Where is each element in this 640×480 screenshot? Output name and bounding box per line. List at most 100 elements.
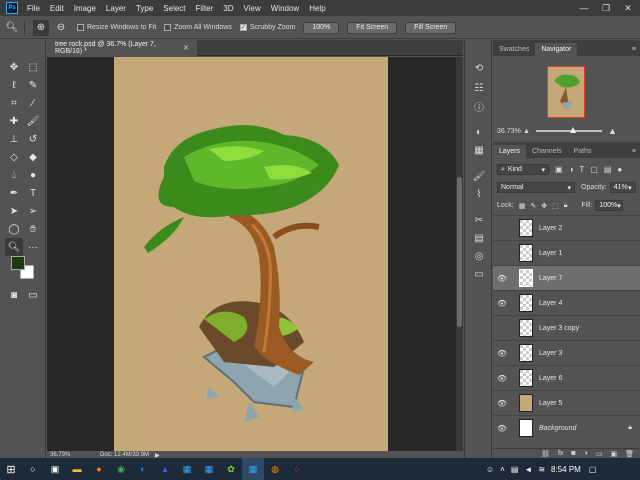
- filter-pixel-icon[interactable]: ▣: [555, 165, 563, 174]
- checkbox-checked[interactable]: ✓: [239, 24, 247, 31]
- menu-view[interactable]: View: [239, 4, 266, 13]
- fill-field[interactable]: 100% ▾: [595, 200, 624, 211]
- slider-knob[interactable]: [569, 127, 576, 133]
- menu-edit[interactable]: Edit: [45, 4, 69, 13]
- filter-shape-icon[interactable]: ▢: [590, 165, 598, 174]
- properties-icon[interactable]: ☷: [470, 80, 488, 96]
- layer-row[interactable]: Layer 3 copy: [493, 315, 640, 340]
- scrubby-zoom-checkbox[interactable]: ✓ Scrubby Zoom: [239, 24, 295, 31]
- menu-file[interactable]: File: [22, 4, 45, 13]
- adjustments-icon[interactable]: ◐: [470, 124, 488, 140]
- eye-icon[interactable]: 👁︎: [495, 274, 509, 283]
- eye-icon[interactable]: 👁︎: [495, 424, 509, 433]
- tab-close-icon[interactable]: ✕: [183, 44, 189, 52]
- filter-adjustment-icon[interactable]: ◑: [569, 165, 574, 174]
- windows-start-icon[interactable]: ⊞: [0, 458, 22, 480]
- quick-select-tool-icon[interactable]: ✎: [24, 76, 42, 94]
- photoshop-taskbar-icon[interactable]: ▦: [176, 458, 198, 480]
- zoom-in-icon[interactable]: ⊕: [33, 19, 49, 36]
- zoom-100-button[interactable]: 100%: [303, 21, 340, 34]
- type-tool-icon[interactable]: T: [24, 184, 42, 202]
- screen-mode-icon[interactable]: ▭: [24, 286, 42, 304]
- layer-row[interactable]: 👁︎ Layer 4: [493, 290, 640, 315]
- layer-row[interactable]: 👁︎ Background 🔒︎: [493, 415, 640, 440]
- more-tools-icon[interactable]: ···: [24, 238, 42, 256]
- pen-tool-icon[interactable]: ✒: [5, 184, 23, 202]
- network-icon[interactable]: ▤: [511, 465, 519, 474]
- navigator-preview[interactable]: [547, 66, 585, 118]
- hand-tool-icon[interactable]: ✋︎: [24, 220, 42, 238]
- menu-3d[interactable]: 3D: [218, 4, 238, 13]
- tab-paths[interactable]: Paths: [568, 145, 598, 158]
- photoshop-icon-2[interactable]: ▦: [198, 458, 220, 480]
- navigator-zoom-slider[interactable]: [535, 127, 602, 133]
- artwork-canvas[interactable]: [114, 57, 388, 451]
- menu-help[interactable]: Help: [304, 4, 330, 13]
- opacity-field[interactable]: 41% ▾: [609, 182, 636, 193]
- menu-image[interactable]: Image: [69, 4, 101, 13]
- styles-icon[interactable]: ▦: [470, 142, 488, 158]
- delete-layer-icon[interactable]: 🗑︎: [625, 450, 634, 458]
- filter-type-icon[interactable]: T: [579, 165, 584, 174]
- lock-all-icon[interactable]: 🔒︎: [564, 202, 568, 210]
- marquee-tool-icon[interactable]: ⬚: [24, 58, 42, 76]
- layers-menu-icon[interactable]: ≡: [628, 145, 640, 158]
- close-icon[interactable]: ✕: [618, 0, 638, 16]
- app-icon-2[interactable]: ◍: [264, 458, 286, 480]
- zoom-tool-icon[interactable]: 🔍︎: [5, 238, 23, 256]
- new-layer-icon[interactable]: ▣: [610, 450, 617, 458]
- layer-row[interactable]: Layer 1: [493, 240, 640, 265]
- lock-artboard-icon[interactable]: ⬚: [552, 202, 559, 210]
- people-icon[interactable]: ☺: [486, 465, 494, 474]
- dodge-tool-icon[interactable]: ●: [24, 166, 42, 184]
- layer-row[interactable]: 👁︎ Layer 3: [493, 340, 640, 365]
- menu-layer[interactable]: Layer: [101, 4, 131, 13]
- tab-swatches[interactable]: Swatches: [493, 43, 535, 56]
- brush-settings-icon[interactable]: ⌇: [470, 186, 488, 202]
- filter-smart-icon[interactable]: ▤: [604, 165, 612, 174]
- minimize-icon[interactable]: —: [574, 0, 594, 16]
- search-icon[interactable]: ○: [22, 458, 44, 480]
- restore-icon[interactable]: ❐: [596, 0, 616, 16]
- tab-navigator[interactable]: Navigator: [535, 43, 578, 56]
- zoom-tool-preset-icon[interactable]: 🔍︎: [4, 20, 20, 36]
- paint-bucket-icon[interactable]: ◆: [24, 148, 42, 166]
- healing-brush-icon[interactable]: ✚: [5, 112, 23, 130]
- layer-style-icon[interactable]: fx: [558, 450, 563, 457]
- filter-kind-select[interactable]: ⌕ Kind ▾: [497, 164, 549, 175]
- canvas-area[interactable]: [47, 57, 456, 451]
- crop-tool-icon[interactable]: ⌗: [5, 94, 23, 112]
- layer-row[interactable]: 👁︎ Layer 5: [493, 390, 640, 415]
- lasso-tool-icon[interactable]: ℓ: [5, 76, 23, 94]
- tool-presets-icon[interactable]: ▤: [470, 230, 488, 246]
- brush-tool-icon[interactable]: 🖌︎: [24, 112, 42, 130]
- file-explorer-icon[interactable]: ▬: [66, 458, 88, 480]
- firefox-icon[interactable]: ●: [88, 458, 110, 480]
- history-brush-icon[interactable]: ↺: [24, 130, 42, 148]
- notifications-icon[interactable]: ▢: [589, 465, 597, 474]
- eye-icon[interactable]: 👁︎: [495, 299, 509, 308]
- app-icon[interactable]: ✿: [220, 458, 242, 480]
- task-view-icon[interactable]: ▣: [44, 458, 66, 480]
- move-tool-icon[interactable]: ✥: [5, 58, 23, 76]
- tab-layers[interactable]: Layers: [493, 145, 527, 158]
- resize-windows-checkbox[interactable]: Resize Windows to Fit: [77, 24, 156, 31]
- layer-row[interactable]: 👁︎ Layer 6: [493, 365, 640, 390]
- fill-screen-button[interactable]: Fill Screen: [405, 21, 457, 34]
- eyedropper-tool-icon[interactable]: ⁄: [24, 94, 42, 112]
- chrome-icon[interactable]: ◉: [110, 458, 132, 480]
- history-icon[interactable]: ⟲: [470, 60, 488, 76]
- new-group-icon[interactable]: ▭: [596, 450, 603, 458]
- clone-stamp-icon[interactable]: ⊥: [5, 130, 23, 148]
- eye-icon[interactable]: 👁︎: [495, 349, 509, 358]
- lock-pixels-icon[interactable]: ✎: [530, 202, 536, 210]
- checkbox-box[interactable]: [77, 24, 84, 31]
- lock-transparent-icon[interactable]: ▦: [519, 202, 526, 210]
- photoshop-active-icon[interactable]: ▦: [242, 458, 264, 480]
- edge-icon[interactable]: ◐: [132, 458, 154, 480]
- menu-filter[interactable]: Filter: [191, 4, 219, 13]
- foreground-color-swatch[interactable]: [11, 256, 25, 270]
- brush-panel-icon[interactable]: 🖌︎: [470, 168, 488, 184]
- vertical-scrollbar[interactable]: [456, 57, 463, 451]
- scrollbar-thumb[interactable]: [457, 177, 462, 327]
